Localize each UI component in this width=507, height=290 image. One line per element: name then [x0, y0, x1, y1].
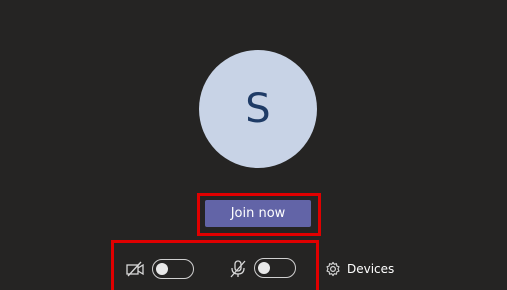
avatar-initial: S: [245, 86, 271, 132]
camera-toggle[interactable]: [152, 259, 194, 279]
devices-label: Devices: [347, 262, 395, 276]
gear-icon: [326, 261, 340, 277]
mic-off-icon: [230, 260, 246, 278]
camera-toggle-knob: [156, 262, 168, 275]
avatar: S: [199, 50, 317, 168]
microphone-toggle[interactable]: [254, 258, 296, 278]
meeting-prejoin-screen: S Join now Devices: [0, 0, 507, 290]
microphone-toggle-knob: [258, 261, 270, 274]
join-now-button[interactable]: Join now: [205, 200, 311, 227]
camera-off-icon: [126, 261, 144, 277]
devices-button[interactable]: Devices: [325, 258, 394, 280]
